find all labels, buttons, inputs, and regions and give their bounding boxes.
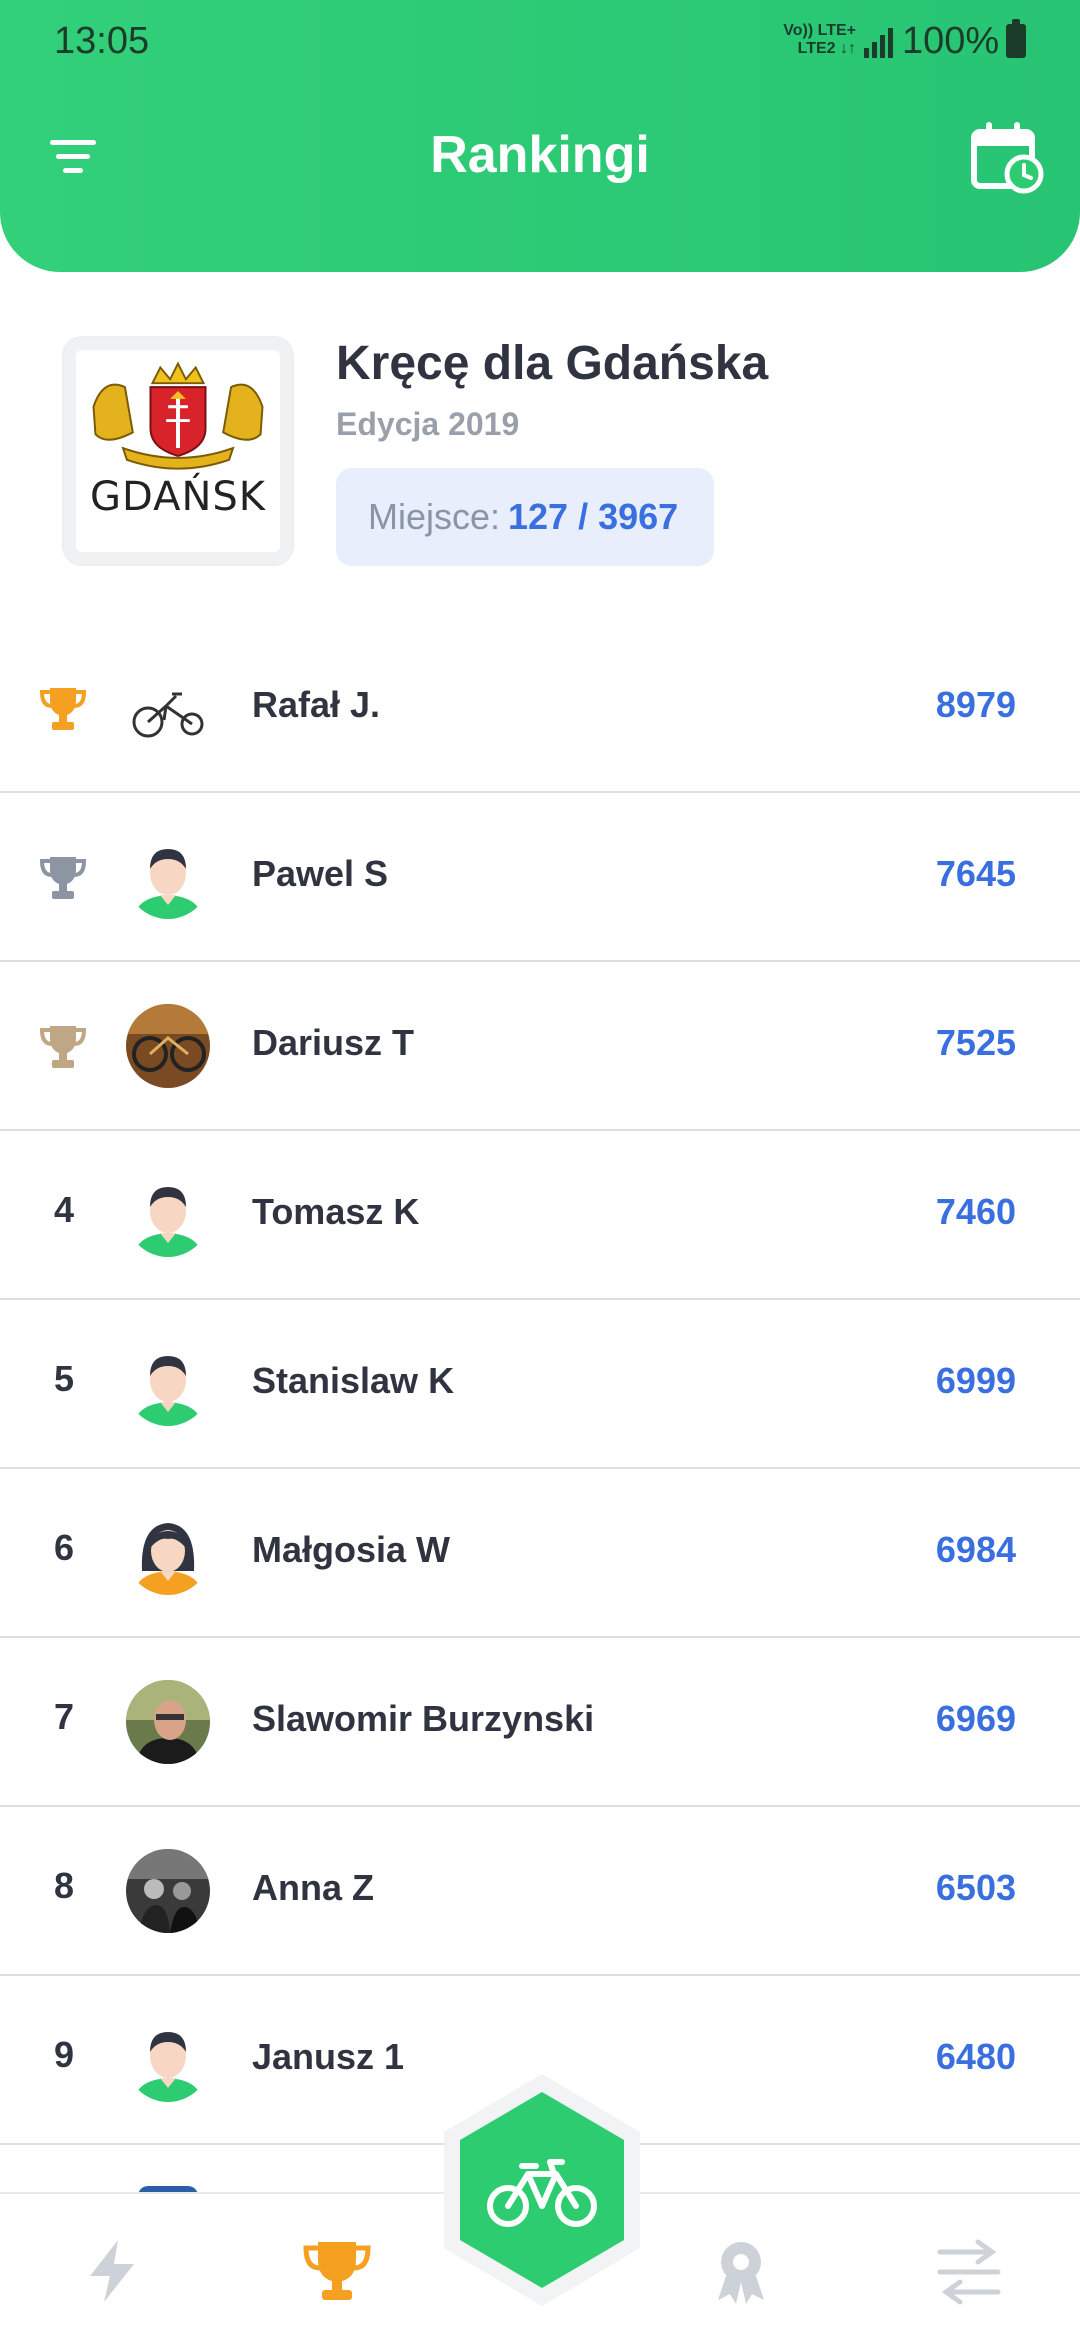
avatar xyxy=(126,1680,210,1764)
app-header: 13:05 Vo)) LTE+ LTE2 ↓↑ 100% Rankingi xyxy=(0,0,1080,272)
rank-score: 6999 xyxy=(935,1360,1016,1401)
rank-position: 5 xyxy=(53,1358,75,1399)
ranking-row[interactable]: Dariusz T 7525 xyxy=(0,962,1080,1131)
ranking-row[interactable]: 7 Slawomir Burzynski 6969 xyxy=(0,1638,1080,1807)
transfer-icon[interactable] xyxy=(934,2236,1004,2306)
status-bar: 13:05 Vo)) LTE+ LTE2 ↓↑ 100% xyxy=(0,0,1080,84)
lightning-icon[interactable] xyxy=(78,2236,148,2306)
rank-score: 6969 xyxy=(935,1698,1016,1739)
avatar xyxy=(126,1004,210,1088)
ranking-row[interactable]: 5 Stanislaw K 6999 xyxy=(0,1300,1080,1469)
rank-score: 7525 xyxy=(935,1022,1016,1063)
ranking-row[interactable]: Pawel S 7645 xyxy=(0,793,1080,962)
signal-icon xyxy=(864,28,893,58)
rank-score: 6480 xyxy=(935,2036,1016,2077)
network-indicator: Vo)) LTE+ LTE2 ↓↑ xyxy=(770,22,856,58)
female-avatar-icon xyxy=(126,1511,210,1595)
rank-name: Anna Z xyxy=(252,1867,374,1908)
calendar-clock-icon[interactable] xyxy=(970,120,1044,194)
rank-score: 7460 xyxy=(935,1191,1016,1232)
rank-position: 8 xyxy=(53,1865,75,1906)
ranking-row[interactable]: 8 Anna Z 6503 xyxy=(0,1807,1080,1976)
logo-text: GDAŃSK xyxy=(90,474,266,520)
avatar xyxy=(126,666,210,750)
rank-position: 7 xyxy=(53,1696,75,1737)
rank-name: Stanislaw K xyxy=(252,1360,455,1401)
place-value: 127 / 3967 xyxy=(508,496,679,537)
bronze-trophy-icon xyxy=(40,1026,86,1068)
trophy-icon[interactable] xyxy=(302,2236,372,2306)
ride-bike-button[interactable] xyxy=(432,2070,652,2310)
male-avatar-icon xyxy=(126,1342,210,1426)
event-title: Kręcę dla Gdańska xyxy=(336,337,769,390)
status-time: 13:05 xyxy=(54,20,150,62)
gold-trophy-icon xyxy=(40,688,86,730)
award-icon[interactable] xyxy=(706,2236,776,2306)
place-badge: Miejsce: 127 / 3967 xyxy=(336,468,714,566)
rank-name: Dariusz T xyxy=(252,1022,415,1063)
male-avatar-icon xyxy=(126,835,210,919)
battery-icon xyxy=(1006,19,1026,58)
network-top: Vo)) LTE+ xyxy=(783,22,856,39)
rank-score: 8979 xyxy=(935,684,1016,725)
gdansk-crest-icon xyxy=(92,361,264,470)
event-logo: GDAŃSK xyxy=(62,336,294,566)
ranking-row[interactable]: 4 Tomasz K 7460 xyxy=(0,1131,1080,1300)
rank-name: Pawel S xyxy=(252,853,389,894)
rank-name: Tomasz K xyxy=(252,1191,420,1232)
silver-trophy-icon xyxy=(40,857,86,899)
rank-score: 7645 xyxy=(935,853,1016,894)
rank-name: Janusz 1 xyxy=(252,2036,405,2077)
network-bottom: LTE2 ↓↑ xyxy=(797,40,856,57)
rank-score: 6503 xyxy=(935,1867,1016,1908)
ranking-row[interactable]: Rafał J. 8979 xyxy=(0,624,1080,793)
rank-name: Slawomir Burzynski xyxy=(252,1698,595,1739)
rank-score: 6984 xyxy=(935,1529,1016,1570)
rank-name: Rafał J. xyxy=(252,684,381,725)
male-avatar-icon xyxy=(126,1173,210,1257)
page-title: Rankingi xyxy=(430,126,650,184)
event-edition: Edycja 2019 xyxy=(336,406,520,442)
avatar xyxy=(126,1849,210,1933)
rank-name: Małgosia W xyxy=(252,1529,451,1570)
rank-position: 4 xyxy=(53,1189,75,1230)
rank-position: 6 xyxy=(53,1527,75,1568)
male-avatar-icon xyxy=(126,2018,210,2102)
place-label: Miejsce: xyxy=(368,496,501,537)
ranking-row[interactable]: 6 Małgosia W 6984 xyxy=(0,1469,1080,1638)
rank-position: 9 xyxy=(53,2034,75,2075)
battery-percent: 100% xyxy=(902,20,1000,62)
